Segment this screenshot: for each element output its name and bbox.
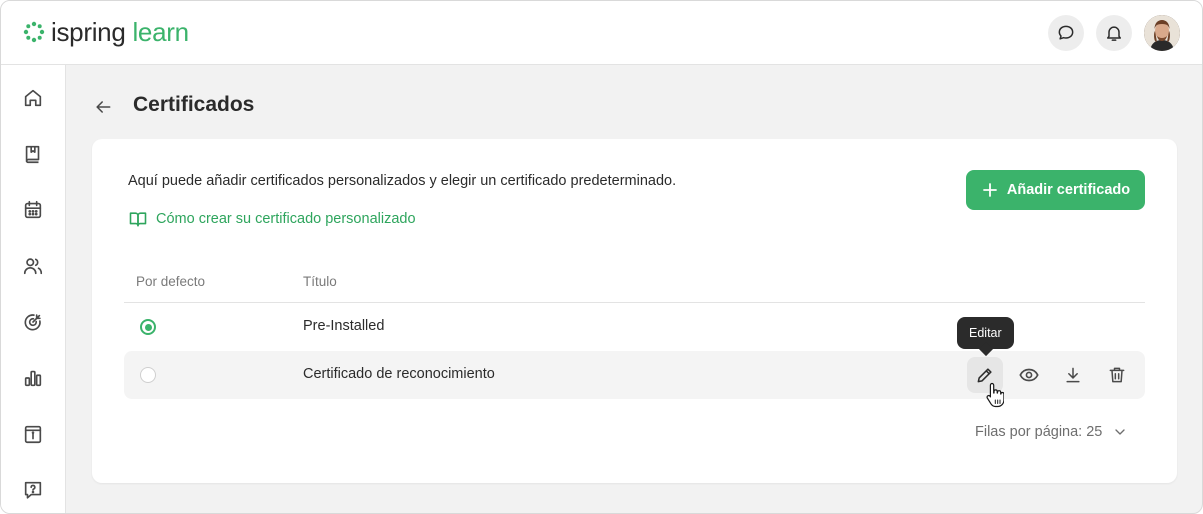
page-title: Certificados [133, 93, 255, 116]
add-certificate-label: Añadir certificado [1006, 182, 1131, 198]
sidebar-item-reports[interactable] [19, 364, 47, 392]
rows-per-page-select[interactable]: Filas por página: 25 [975, 424, 1128, 440]
sidebar-item-home[interactable] [19, 84, 47, 112]
ispring-logo[interactable]: ispring learn [23, 17, 189, 47]
logo-word-ispring: ispring [51, 17, 126, 47]
chat-icon [1058, 25, 1074, 40]
top-header: ispring learn [1, 1, 1202, 65]
help-link-label: Cómo crear su certificado personalizado [156, 211, 416, 227]
eye-icon [1019, 368, 1039, 382]
home-icon [24, 89, 42, 107]
default-radio-unselected[interactable] [140, 367, 156, 383]
users-icon [23, 258, 43, 275]
trash-icon [1109, 367, 1125, 383]
certificate-title: Certificado de reconocimiento [303, 366, 495, 382]
certificates-card: Aquí puede añadir certificados personali… [92, 139, 1177, 483]
sidebar-item-courses[interactable] [19, 140, 47, 168]
notifications-button[interactable] [1096, 15, 1132, 51]
add-certificate-button[interactable]: Añadir certificado [966, 170, 1145, 210]
app-window: ispring learn Certificados Aquí puede añ… [0, 0, 1203, 514]
book-icon [25, 145, 40, 164]
calendar-icon [24, 200, 42, 219]
archive-info-icon [24, 425, 42, 444]
bar-chart-icon [24, 370, 42, 387]
left-sidebar [1, 65, 66, 513]
edit-tooltip: Editar [957, 317, 1014, 349]
back-button[interactable] [91, 95, 115, 119]
open-book-icon [129, 212, 147, 227]
column-header-default[interactable]: Por defecto [136, 274, 205, 289]
target-icon [24, 314, 41, 331]
page-description: Aquí puede añadir certificados personali… [128, 173, 677, 189]
chevron-down-icon [1115, 429, 1126, 435]
sidebar-item-goals[interactable] [19, 308, 47, 336]
download-button[interactable] [1055, 357, 1091, 393]
logo-text: ispring learn [51, 17, 189, 47]
column-header-title[interactable]: Título [303, 274, 337, 289]
arrow-left-icon [96, 101, 111, 113]
logo-word-learn: learn [132, 17, 189, 47]
preview-button[interactable] [1011, 357, 1047, 393]
sidebar-item-users[interactable] [19, 252, 47, 280]
user-avatar[interactable] [1144, 15, 1180, 51]
bell-icon [1107, 26, 1121, 41]
rows-per-page-label: Filas por página: 25 [975, 424, 1103, 440]
ispring-logo-icon [23, 21, 45, 43]
certificate-title: Pre-Installed [303, 318, 385, 334]
plus-icon [982, 183, 997, 197]
help-chat-icon [24, 481, 42, 499]
hand-cursor-icon [986, 382, 1005, 413]
download-icon [1066, 367, 1080, 383]
sidebar-item-help[interactable] [19, 476, 47, 504]
chat-button[interactable] [1048, 15, 1084, 51]
sidebar-item-calendar[interactable] [19, 196, 47, 224]
avatar-image [1144, 15, 1180, 51]
help-link[interactable]: Cómo crear su certificado personalizado [128, 209, 416, 229]
default-radio-selected[interactable] [140, 319, 156, 335]
delete-button[interactable] [1099, 357, 1135, 393]
sidebar-item-library[interactable] [19, 420, 47, 448]
